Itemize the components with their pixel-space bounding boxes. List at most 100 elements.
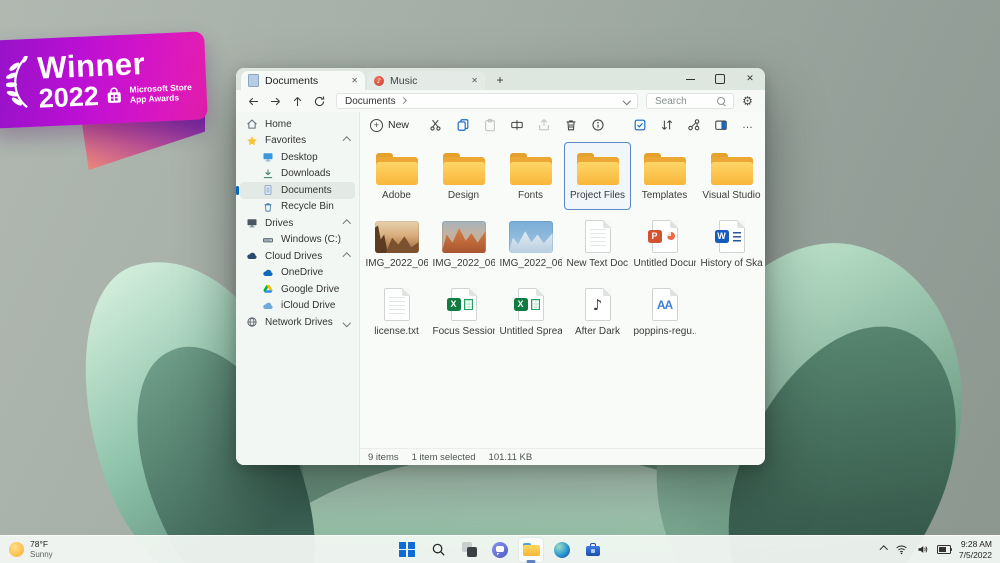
- breadcrumb[interactable]: Documents: [336, 93, 638, 109]
- chat-button[interactable]: [488, 538, 512, 562]
- file-img-desert[interactable]: IMG_2022_06...: [363, 210, 430, 278]
- refresh-button[interactable]: [311, 93, 328, 110]
- sidebar-section-drives[interactable]: Drives: [240, 215, 355, 232]
- file-new-text-doc[interactable]: New Text Doc...: [564, 210, 631, 278]
- clock-time: 9:28 AM: [959, 539, 992, 549]
- close-tab-icon[interactable]: ✕: [471, 76, 478, 85]
- close-tab-icon[interactable]: ✕: [351, 76, 358, 85]
- sidebar: Home Favorites Desktop Downloads Documen…: [236, 112, 360, 465]
- selected-size: 101.11 KB: [489, 452, 533, 463]
- chevron-up-icon[interactable]: [342, 137, 350, 145]
- back-button[interactable]: [245, 93, 262, 110]
- sidebar-section-cloud-drives[interactable]: Cloud Drives: [240, 248, 355, 265]
- edge-button[interactable]: [550, 538, 574, 562]
- new-tab-button[interactable]: +: [491, 71, 509, 89]
- file-untitled-presentation[interactable]: P Untitled Docum...: [631, 210, 698, 278]
- copy-icon[interactable]: [456, 118, 470, 132]
- cut-icon[interactable]: [429, 118, 443, 132]
- icloud-icon: [262, 300, 274, 312]
- wifi-icon[interactable]: [895, 543, 908, 556]
- new-button[interactable]: + New: [370, 119, 409, 132]
- battery-icon[interactable]: [937, 545, 951, 554]
- excel-file-icon: X: [451, 288, 477, 321]
- file-license-txt[interactable]: license.txt: [363, 278, 430, 346]
- file-focus-sessions[interactable]: X Focus Sessions: [430, 278, 497, 346]
- search-placeholder: Search: [655, 96, 687, 107]
- text-file-icon: [384, 288, 410, 321]
- folder-templates[interactable]: Templates: [631, 142, 698, 210]
- task-view-button[interactable]: [457, 538, 481, 562]
- document-icon: [248, 74, 259, 87]
- sidebar-item-downloads[interactable]: Downloads: [240, 166, 355, 183]
- folder-design[interactable]: Design: [430, 142, 497, 210]
- sidebar-item-icloud-drive[interactable]: iCloud Drive: [240, 298, 355, 315]
- file-img-snow[interactable]: IMG_2022_06...: [497, 210, 564, 278]
- sidebar-item-documents[interactable]: Documents: [240, 182, 355, 199]
- tab-music[interactable]: ♪ Music ✕: [367, 71, 485, 90]
- sidebar-item-google-drive[interactable]: Google Drive: [240, 281, 355, 298]
- folder-visual-studio[interactable]: Visual Studio: [698, 142, 765, 210]
- chevron-down-icon[interactable]: [342, 318, 350, 326]
- folder-adobe[interactable]: Adobe: [363, 142, 430, 210]
- paste-icon[interactable]: [483, 118, 497, 132]
- hidden-icons-chevron[interactable]: [880, 546, 888, 554]
- search-input[interactable]: Search: [646, 93, 734, 109]
- folder-icon: [577, 153, 619, 185]
- file-img-sunset[interactable]: IMG_2022_06...: [430, 210, 497, 278]
- breadcrumb-separator-icon: [400, 97, 407, 104]
- sidebar-item-onedrive[interactable]: OneDrive: [240, 265, 355, 282]
- file-explorer-button[interactable]: [519, 538, 543, 562]
- more-options-icon[interactable]: …: [741, 118, 755, 132]
- start-button[interactable]: [395, 538, 419, 562]
- sidebar-item-recycle-bin[interactable]: Recycle Bin: [240, 199, 355, 216]
- folder-icon: [711, 153, 753, 185]
- store-icon: [586, 543, 600, 556]
- share-icon[interactable]: [537, 118, 551, 132]
- folder-icon: [644, 153, 686, 185]
- sort-icon[interactable]: [660, 118, 674, 132]
- settings-gear-icon[interactable]: ⚙: [739, 93, 756, 110]
- file-poppins-regular[interactable]: AA poppins-regu...: [631, 278, 698, 346]
- chevron-down-icon[interactable]: [622, 97, 630, 105]
- task-view-icon: [462, 542, 477, 557]
- info-icon[interactable]: [591, 118, 605, 132]
- breadcrumb-location[interactable]: Documents: [345, 96, 396, 107]
- excel-file-icon: X: [518, 288, 544, 321]
- folder-fonts[interactable]: Fonts: [497, 142, 564, 210]
- document-icon: [262, 184, 274, 196]
- taskbar-clock[interactable]: 9:28 AM 7/5/2022: [959, 539, 992, 559]
- powerpoint-file-icon: P: [652, 220, 678, 253]
- sidebar-item-desktop[interactable]: Desktop: [240, 149, 355, 166]
- rename-icon[interactable]: [510, 118, 524, 132]
- store-button[interactable]: [581, 538, 605, 562]
- monitor-icon: [246, 217, 258, 229]
- folder-project-files-selected[interactable]: Project Files: [564, 142, 631, 210]
- forward-button[interactable]: [267, 93, 284, 110]
- minimize-button[interactable]: [675, 68, 705, 90]
- music-icon: ♪: [374, 76, 384, 86]
- close-button[interactable]: ✕: [735, 68, 765, 90]
- multi-select-icon[interactable]: [633, 118, 647, 132]
- navigation-bar: Documents Search ⚙: [236, 90, 765, 112]
- chat-icon: [492, 542, 508, 558]
- sidebar-item-windows-c[interactable]: Windows (C:): [240, 232, 355, 249]
- chevron-up-icon[interactable]: [342, 252, 350, 260]
- award-badge: Winner 2022 Microsoft Store App Awards: [0, 30, 230, 190]
- taskbar-search-button[interactable]: [426, 538, 450, 562]
- file-untitled-spreadsheet[interactable]: X Untitled Spreads...: [497, 278, 564, 346]
- weather-widget[interactable]: 78°F Sunny: [9, 540, 53, 559]
- sidebar-item-home[interactable]: Home: [240, 116, 355, 133]
- file-history-of-skate[interactable]: W History of Skate...: [698, 210, 765, 278]
- volume-icon[interactable]: [916, 543, 929, 556]
- group-icon[interactable]: [687, 118, 701, 132]
- up-button[interactable]: [289, 93, 306, 110]
- folder-icon: [376, 153, 418, 185]
- maximize-button[interactable]: [705, 68, 735, 90]
- sidebar-section-favorites[interactable]: Favorites: [240, 133, 355, 150]
- tab-documents[interactable]: Documents ✕: [241, 71, 365, 90]
- file-after-dark[interactable]: ♪ After Dark: [564, 278, 631, 346]
- sidebar-section-network-drives[interactable]: Network Drives: [240, 314, 355, 331]
- delete-icon[interactable]: [564, 118, 578, 132]
- chevron-up-icon[interactable]: [342, 219, 350, 227]
- preview-pane-icon[interactable]: [714, 118, 728, 132]
